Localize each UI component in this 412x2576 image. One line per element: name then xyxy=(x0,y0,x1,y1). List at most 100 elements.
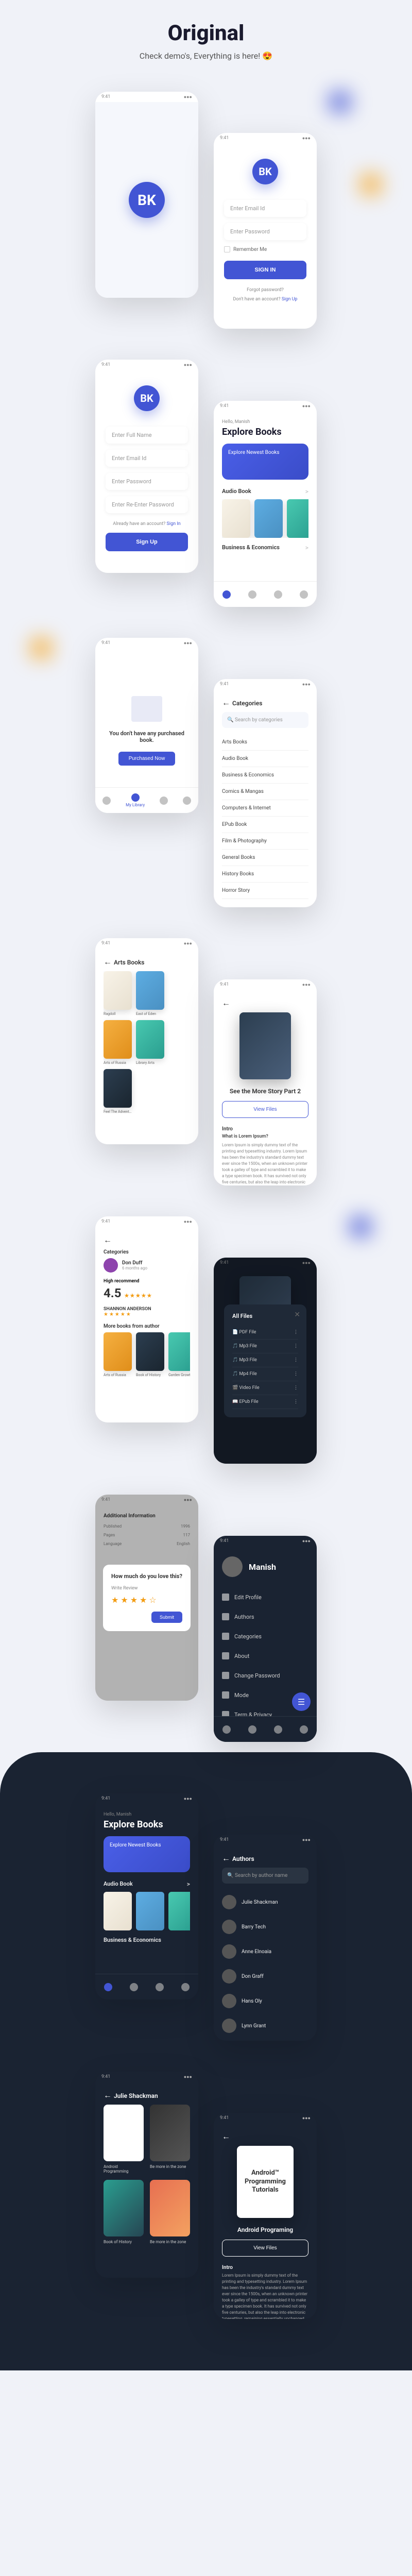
book-item[interactable]: Ragdoll xyxy=(104,971,132,1016)
write-review-input[interactable]: Write Review xyxy=(111,1586,182,1591)
nav-library[interactable] xyxy=(248,1725,256,1734)
book-item[interactable]: Book of History xyxy=(104,2180,144,2244)
nav-search[interactable] xyxy=(274,1725,282,1734)
book-item[interactable]: Garden Growth xyxy=(168,1332,190,1377)
decoration-blob xyxy=(330,92,350,112)
category-item[interactable]: Arts Books xyxy=(222,734,308,751)
purchase-button[interactable]: Purchased Now xyxy=(118,752,176,766)
nav-library[interactable] xyxy=(248,590,256,599)
author-item[interactable]: Margo Arris xyxy=(222,2038,308,2041)
menu-about[interactable]: About xyxy=(222,1646,308,1666)
author-item[interactable]: Julie Shackman xyxy=(222,1890,308,1914)
category-item[interactable]: Audio Book xyxy=(222,751,308,767)
back-button[interactable]: ← Julie Shackman xyxy=(104,2090,190,2100)
signin-link[interactable]: Sign In xyxy=(167,521,181,527)
signup-button[interactable]: Sign Up xyxy=(106,533,188,551)
back-button[interactable]: ← Authors xyxy=(222,1853,308,1863)
password-field[interactable]: Enter Password xyxy=(106,473,188,490)
repassword-field[interactable]: Enter Re-Enter Password xyxy=(106,496,188,513)
back-button[interactable]: ← Arts Books xyxy=(104,957,190,967)
category-item[interactable]: EPub Book xyxy=(222,817,308,833)
file-item[interactable]: 🎵 Mp3 File⋮ xyxy=(232,1353,298,1367)
nav-home[interactable] xyxy=(102,796,111,805)
category-item[interactable]: Film & Photography xyxy=(222,833,308,850)
category-item[interactable]: Horror Story xyxy=(222,883,308,899)
search-input[interactable]: 🔍 Search by author name xyxy=(222,1868,308,1884)
mockup-empty-library: 9:41●●● You don't have any purchased boo… xyxy=(95,638,198,813)
see-all-link[interactable]: > xyxy=(305,488,308,495)
decoration-blob xyxy=(360,174,381,195)
book-item[interactable]: Feel The Adventure xyxy=(104,1069,132,1114)
signin-button[interactable]: SIGN IN xyxy=(224,261,306,279)
signup-link[interactable]: Sign Up xyxy=(282,297,298,302)
book-item[interactable]: Library Arts xyxy=(136,1020,164,1065)
author-item[interactable]: Don Graff xyxy=(222,1964,308,1989)
book-item[interactable]: Be more in the zone xyxy=(150,2180,190,2244)
mockup-signup: 9:41●●● BK Enter Full Name Enter Email I… xyxy=(95,360,198,573)
back-button[interactable]: ← xyxy=(222,2131,308,2142)
profile-name: Manish xyxy=(249,1562,276,1572)
back-button[interactable]: ← Categories xyxy=(222,698,308,708)
author-item[interactable]: Barry Tech xyxy=(222,1914,308,1939)
category-item[interactable]: Computers & Internet xyxy=(222,800,308,817)
nav-home[interactable] xyxy=(104,1983,112,1991)
star-rating-input[interactable]: ★★★★☆ xyxy=(111,1595,182,1605)
file-item[interactable]: 🎵 Mp4 File⋮ xyxy=(232,1367,298,1381)
mockup-profile: 9:41●●● Manish Edit Profile Authors Cate… xyxy=(214,1536,317,1742)
menu-change-password[interactable]: Change Password xyxy=(222,1666,308,1685)
book-item[interactable]: Arts of Russia xyxy=(104,1020,132,1065)
promo-banner[interactable]: Explore Newest Books xyxy=(104,1836,190,1872)
submit-button[interactable]: Submit xyxy=(151,1612,182,1623)
email-field[interactable]: Enter Email Id xyxy=(106,450,188,467)
file-item[interactable]: 📄 PDF File⋮ xyxy=(232,1326,298,1340)
nav-home[interactable] xyxy=(222,590,231,599)
book-item[interactable]: East of Eden xyxy=(136,971,164,1016)
reviewer-avatar xyxy=(104,1258,118,1273)
menu-edit-profile[interactable]: Edit Profile xyxy=(222,1587,308,1607)
fab-button[interactable]: ☰ xyxy=(292,1692,311,1711)
forgot-link[interactable]: Forgot password? xyxy=(224,287,306,293)
book-item[interactable]: Book of History xyxy=(136,1332,164,1377)
menu-authors[interactable]: Authors xyxy=(222,1607,308,1626)
author-item[interactable]: Hans Oly xyxy=(222,1989,308,2013)
back-button[interactable]: ← xyxy=(222,998,308,1008)
category-item[interactable]: Business & Economics xyxy=(222,767,308,784)
file-item[interactable]: 🎵 Mp3 File⋮ xyxy=(232,1340,298,1353)
nav-library[interactable]: My Library xyxy=(126,793,145,807)
nav-search[interactable] xyxy=(160,796,168,805)
promo-banner[interactable]: Explore Newest Books xyxy=(222,444,308,480)
file-item[interactable]: 📖 EPub File⋮ xyxy=(232,1395,298,1409)
nav-home[interactable] xyxy=(222,1725,231,1734)
nav-library[interactable] xyxy=(130,1983,138,1991)
profile-avatar xyxy=(222,1556,243,1577)
book-item[interactable]: Android Programming xyxy=(104,2105,144,2174)
mockup-splash: 9:41●●● BK xyxy=(95,92,198,298)
author-item[interactable]: Anne Elnoaia xyxy=(222,1939,308,1964)
nav-search[interactable] xyxy=(274,590,282,599)
nav-profile[interactable] xyxy=(300,1725,308,1734)
view-files-button[interactable]: View Files xyxy=(222,1101,308,1118)
name-field[interactable]: Enter Full Name xyxy=(106,427,188,444)
nav-profile[interactable] xyxy=(183,796,191,805)
category-item[interactable]: General Books xyxy=(222,850,308,866)
nav-profile[interactable] xyxy=(300,590,308,599)
search-input[interactable]: 🔍 Search by categories xyxy=(222,712,308,728)
nav-search[interactable] xyxy=(156,1983,164,1991)
view-files-button[interactable]: View Files xyxy=(222,2240,308,2257)
back-button[interactable]: ← xyxy=(104,1235,190,1245)
password-field[interactable]: Enter Password xyxy=(224,223,306,240)
menu-categories[interactable]: Categories xyxy=(222,1626,308,1646)
page-subtitle: Check demo's, Everything is here! 😍 xyxy=(0,51,412,61)
remember-checkbox[interactable]: Remember Me xyxy=(224,246,306,252)
intro-question: What is Lorem Ipsum? xyxy=(222,1134,308,1139)
book-item[interactable]: Be more in the zone xyxy=(150,2105,190,2174)
email-field[interactable]: Enter Email Id xyxy=(224,200,306,217)
nav-profile[interactable] xyxy=(181,1983,190,1991)
close-button[interactable]: ✕ xyxy=(294,1311,300,1319)
mockup-home: 9:41●●● Hello, Manish Explore Books Expl… xyxy=(214,401,317,607)
category-item[interactable]: History Books xyxy=(222,866,308,883)
category-item[interactable]: Comics & Mangas xyxy=(222,784,308,800)
file-item[interactable]: 🎬 Video File⋮ xyxy=(232,1381,298,1395)
author-item[interactable]: Lynn Grant xyxy=(222,2013,308,2038)
book-item[interactable]: Arts of Russia xyxy=(104,1332,132,1377)
